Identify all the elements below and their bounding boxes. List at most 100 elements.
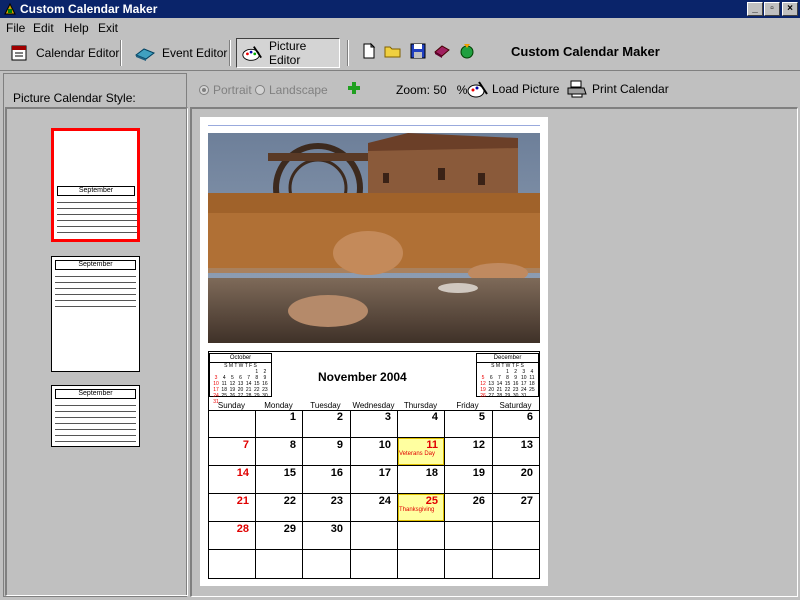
toolbar-separator bbox=[229, 40, 231, 66]
day-cell[interactable]: 4 bbox=[398, 411, 438, 423]
mini-calendar-next: December S M T W T F S 1234 5 6 7 8 9 10 11 12… bbox=[476, 353, 539, 399]
day-cell[interactable]: 7 bbox=[209, 439, 249, 451]
grid-line bbox=[255, 410, 256, 578]
mini-next-grid: 1234 5 6 7 8 9 10 11 12 13 14 15 16 17 18 19 20 21 22 23… bbox=[480, 369, 535, 399]
menu-help[interactable]: Help bbox=[64, 21, 89, 35]
maximize-button[interactable]: ▫ bbox=[764, 2, 780, 16]
calendar-editor-button[interactable]: Calendar Editor bbox=[10, 38, 119, 68]
mini-next-month-name: December bbox=[477, 354, 538, 363]
day-cell[interactable]: 22 bbox=[256, 495, 296, 507]
zoom-readout: Zoom: 50% bbox=[396, 83, 467, 97]
day-cell[interactable]: 16 bbox=[303, 467, 343, 479]
day-cell[interactable]: 12 bbox=[445, 439, 485, 451]
thumb-month-label: September bbox=[55, 260, 136, 270]
day-cell[interactable]: 6 bbox=[493, 411, 533, 423]
menu-edit[interactable]: Edit bbox=[33, 21, 54, 35]
portrait-radio[interactable]: Portrait bbox=[199, 83, 252, 97]
mini-prev-month-name: October bbox=[210, 354, 271, 363]
day-cell[interactable]: 11 bbox=[398, 439, 438, 451]
menu-file[interactable]: File bbox=[6, 21, 25, 35]
day-cell[interactable]: 15 bbox=[256, 467, 296, 479]
weekday-header: Thursday bbox=[403, 401, 438, 410]
grid-line bbox=[208, 493, 540, 494]
grid-line bbox=[208, 549, 540, 550]
weekday-header: Tuesday bbox=[310, 401, 341, 410]
day-cell[interactable]: 1 bbox=[256, 411, 296, 423]
title-bar: Custom Calendar Maker _ ▫ × bbox=[0, 0, 800, 18]
add-button[interactable] bbox=[347, 81, 361, 95]
day-cell[interactable]: 23 bbox=[303, 495, 343, 507]
day-cell[interactable]: 17 bbox=[351, 467, 391, 479]
toolbar-separator bbox=[347, 40, 349, 66]
internet-globe-icon[interactable] bbox=[458, 42, 476, 60]
grid-line bbox=[208, 465, 540, 466]
calendar-photo[interactable] bbox=[208, 133, 540, 343]
calendar-icon bbox=[11, 45, 27, 61]
mini-prev-grid: 12 3456789 10 11 12 13 14 15 16 17 18 19 20 21 22 23… bbox=[213, 369, 268, 405]
day-cell[interactable]: 8 bbox=[256, 439, 296, 451]
zoom-label: Zoom: 50 bbox=[396, 83, 447, 97]
grid-line bbox=[492, 410, 493, 578]
printer-icon bbox=[567, 80, 587, 98]
day-cell[interactable]: 25 bbox=[398, 495, 438, 507]
event-thanksgiving: Thanksgiving bbox=[399, 507, 435, 513]
radio-indicator bbox=[255, 85, 265, 95]
grid-line bbox=[208, 521, 540, 522]
open-folder-icon[interactable] bbox=[384, 42, 402, 60]
save-icon[interactable] bbox=[409, 42, 427, 60]
day-cell[interactable]: 2 bbox=[303, 411, 343, 423]
day-cell[interactable]: 10 bbox=[351, 439, 391, 451]
day-cell[interactable]: 26 bbox=[445, 495, 485, 507]
app-icon bbox=[4, 2, 16, 15]
event-editor-button[interactable]: Event Editor bbox=[134, 38, 227, 68]
options-bar: Portrait Landscape Zoom: 50% Load Pictur… bbox=[190, 73, 798, 107]
toolbar-separator bbox=[120, 40, 122, 66]
radio-indicator bbox=[199, 85, 209, 95]
thumb-month-label: September bbox=[55, 389, 136, 399]
calendar-editor-label: Calendar Editor bbox=[36, 46, 120, 60]
page-guide-line bbox=[208, 125, 540, 126]
landscape-radio[interactable]: Landscape bbox=[255, 83, 328, 97]
thumb-calendar-grid bbox=[57, 197, 137, 237]
menu-exit[interactable]: Exit bbox=[98, 21, 118, 35]
day-cell[interactable]: 19 bbox=[445, 467, 485, 479]
portrait-label: Portrait bbox=[213, 83, 252, 97]
style-thumbnail-3[interactable]: September bbox=[51, 385, 140, 447]
style-thumbnail-2[interactable]: September bbox=[51, 256, 140, 372]
grid-line bbox=[302, 410, 303, 578]
weekday-header: Wednesday bbox=[352, 401, 395, 410]
day-cell[interactable]: 9 bbox=[303, 439, 343, 451]
event-veterans-day: Veterans Day bbox=[399, 451, 436, 457]
landscape-label: Landscape bbox=[269, 83, 328, 97]
paint-palette-icon bbox=[242, 46, 262, 61]
picture-editor-label: Picture Editor bbox=[269, 39, 307, 67]
style-thumbnail-1[interactable]: September bbox=[51, 128, 140, 242]
day-cell[interactable]: 5 bbox=[445, 411, 485, 423]
grid-line bbox=[444, 410, 445, 578]
day-cell[interactable]: 14 bbox=[209, 467, 249, 479]
calendar-month-title: November 2004 bbox=[318, 370, 407, 384]
day-cell[interactable]: 30 bbox=[303, 523, 343, 535]
print-calendar-button[interactable]: Print Calendar bbox=[566, 79, 669, 99]
address-book-icon[interactable] bbox=[433, 42, 451, 60]
day-cell[interactable]: 24 bbox=[351, 495, 391, 507]
minimize-button[interactable]: _ bbox=[747, 2, 763, 16]
thumb-calendar-grid bbox=[55, 271, 136, 311]
day-cell[interactable]: 28 bbox=[209, 523, 249, 535]
picture-editor-button[interactable]: Picture Editor bbox=[236, 38, 340, 68]
day-cell[interactable]: 20 bbox=[493, 467, 533, 479]
day-cell[interactable]: 3 bbox=[351, 411, 391, 423]
picture-calendar-style-label: Picture Calendar Style: bbox=[13, 91, 136, 105]
day-cell[interactable]: 27 bbox=[493, 495, 533, 507]
print-calendar-label: Print Calendar bbox=[592, 82, 669, 96]
grid-line bbox=[350, 410, 351, 578]
day-cell[interactable]: 29 bbox=[256, 523, 296, 535]
day-cell[interactable]: 13 bbox=[493, 439, 533, 451]
grid-line bbox=[208, 437, 540, 438]
close-button[interactable]: × bbox=[782, 2, 798, 16]
day-cell[interactable]: 18 bbox=[398, 467, 438, 479]
load-picture-button[interactable]: Load Picture bbox=[466, 79, 559, 99]
toolbar: Calendar Editor Event Editor Picture Edi… bbox=[0, 36, 800, 71]
new-file-icon[interactable] bbox=[360, 42, 378, 60]
day-cell[interactable]: 21 bbox=[209, 495, 249, 507]
